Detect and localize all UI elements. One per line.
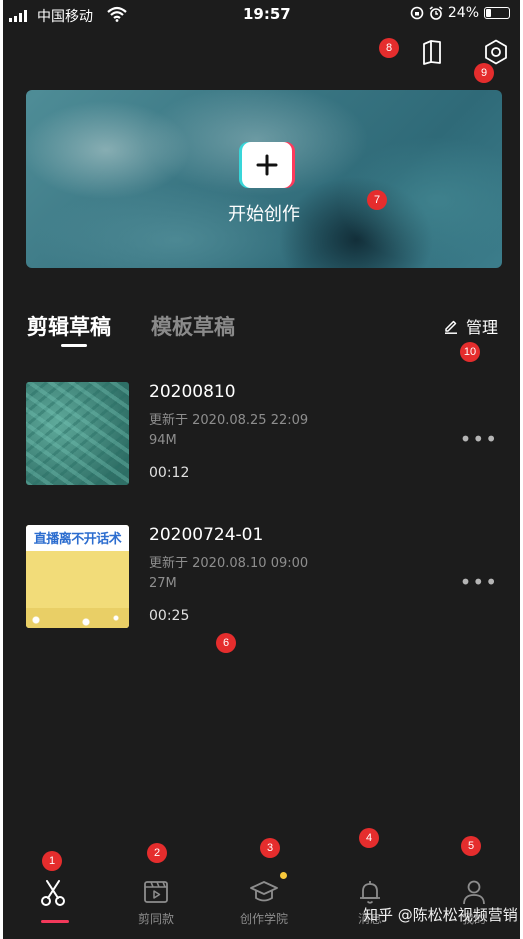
annotation-badge: 8 <box>379 38 399 58</box>
annotation-badge: 1 <box>42 851 62 871</box>
manage-button[interactable]: 管理 <box>443 314 498 338</box>
annotation-badge: 4 <box>359 828 379 848</box>
draft-title: 20200724-01 <box>149 525 264 545</box>
draft-title: 20200810 <box>149 382 236 402</box>
bell-icon <box>360 881 380 904</box>
nav-label: 创作学院 <box>239 912 288 926</box>
annotation-badge: 7 <box>367 190 387 210</box>
add-project-button[interactable] <box>242 142 292 188</box>
carrier-name: 中国移动 <box>37 9 93 25</box>
annotation-badge: 6 <box>216 633 236 653</box>
tutorial-book-icon[interactable] <box>418 38 446 66</box>
wifi-icon <box>107 6 127 22</box>
battery-percent: 24% <box>447 5 479 21</box>
draft-item[interactable]: 20200810 更新于 2020.08.25 22:09 94M 00:12 … <box>26 382 506 486</box>
watermark-text: 知乎 @陈松松视频营销 <box>363 906 518 924</box>
start-creation-label: 开始创作 <box>228 204 300 225</box>
active-nav-indicator <box>41 920 69 923</box>
profile-icon <box>463 880 485 905</box>
active-tab-indicator <box>61 344 87 347</box>
draft-updated-time: 更新于 2020.08.10 09:00 <box>149 556 309 571</box>
edit-pencil-icon <box>445 320 457 334</box>
draft-thumbnail[interactable] <box>26 382 129 485</box>
start-creation-banner[interactable]: 开始创作 <box>26 90 502 268</box>
plus-icon <box>256 154 278 176</box>
status-bar: 中国移动 19:57 24% <box>3 0 520 30</box>
nav-edit[interactable] <box>3 878 103 912</box>
annotation-badge: 5 <box>461 836 481 856</box>
nav-academy[interactable]: 创作学院 <box>214 872 314 927</box>
annotation-badge: 2 <box>147 843 167 863</box>
notification-dot <box>280 872 287 879</box>
draft-duration: 00:25 <box>149 608 190 624</box>
draft-file-size: 94M <box>149 433 177 448</box>
draft-thumbnail[interactable]: 直播离不开话术 <box>26 525 129 628</box>
graduation-cap-icon <box>250 881 278 902</box>
more-options-icon[interactable]: ••• <box>460 570 498 594</box>
nav-label: 剪同款 <box>137 912 174 926</box>
manage-label: 管理 <box>466 318 499 337</box>
alarm-icon <box>429 6 443 20</box>
signal-icon <box>9 10 27 22</box>
bottom-navigation: 剪同款 创作学院 消息 我的 <box>3 858 520 939</box>
annotation-badge: 10 <box>460 342 480 362</box>
draft-updated-time: 更新于 2020.08.25 22:09 <box>149 413 309 428</box>
scissors-icon <box>41 880 65 906</box>
draft-duration: 00:12 <box>149 465 190 481</box>
clock: 19:57 <box>243 5 291 23</box>
rotation-lock-icon <box>410 6 424 20</box>
app-screen: 中国移动 19:57 24% 开始创作 剪辑草稿 模板草稿 管理 2020081… <box>3 0 520 939</box>
draft-file-size: 27M <box>149 576 177 591</box>
annotation-badge: 3 <box>260 838 280 858</box>
tab-template-drafts[interactable]: 模板草稿 <box>151 311 235 341</box>
battery-icon <box>484 7 510 19</box>
nav-same-style[interactable]: 剪同款 <box>106 878 206 927</box>
status-right: 24% <box>410 5 510 21</box>
thumbnail-caption: 直播离不开话术 <box>33 532 122 547</box>
settings-gear-icon[interactable] <box>482 38 510 66</box>
draft-item[interactable]: 直播离不开话术 20200724-01 更新于 2020.08.10 09:00… <box>26 525 506 629</box>
tab-edit-drafts[interactable]: 剪辑草稿 <box>27 311 111 341</box>
annotation-badge: 9 <box>474 63 494 83</box>
clapperboard-icon <box>144 881 168 903</box>
more-options-icon[interactable]: ••• <box>460 427 498 451</box>
